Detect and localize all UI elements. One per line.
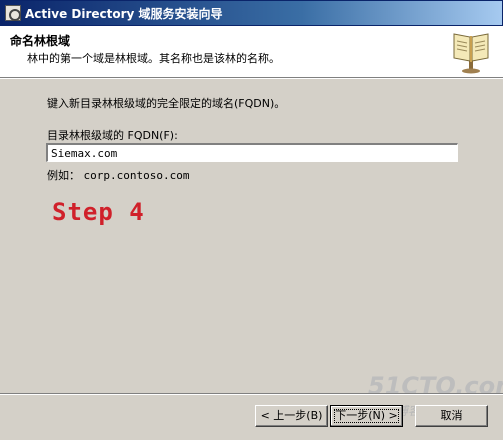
book-icon bbox=[453, 33, 489, 74]
back-button[interactable]: < 上一步(B) bbox=[255, 405, 328, 427]
separator-highlight bbox=[0, 394, 503, 395]
example-value: corp.contoso.com bbox=[83, 169, 190, 182]
fqdn-label: 目录林根级域的 FQDN(F): bbox=[47, 129, 178, 142]
ad-wizard-icon bbox=[5, 5, 21, 21]
wizard-content: 键入新目录林根级域的完全限定的域名(FQDN)。 目录林根级域的 FQDN(F)… bbox=[0, 80, 503, 390]
step-annotation: Step 4 bbox=[52, 198, 145, 226]
window-title: Active Directory 域服务安装向导 bbox=[25, 7, 223, 21]
wizard-header: 命名林根域 林中的第一个域是林根域。其名称也是该林的名称。 bbox=[0, 26, 503, 79]
page-subtitle: 林中的第一个域是林根域。其名称也是该林的名称。 bbox=[27, 52, 280, 65]
title-bar: Active Directory 域服务安装向导 bbox=[0, 0, 503, 26]
focus-ring bbox=[334, 409, 399, 423]
watermark-logo: 51CTO.com bbox=[368, 372, 503, 400]
instruction-text: 键入新目录林根级域的完全限定的域名(FQDN)。 bbox=[47, 97, 286, 110]
next-button[interactable]: 下一步(N) > bbox=[330, 405, 403, 427]
example-hint: 例如： corp.contoso.com bbox=[47, 167, 189, 183]
fqdn-input[interactable] bbox=[46, 143, 458, 162]
cancel-button[interactable]: 取消 bbox=[415, 405, 488, 427]
page-title: 命名林根域 bbox=[10, 34, 71, 48]
example-label: 例如： bbox=[47, 169, 80, 182]
